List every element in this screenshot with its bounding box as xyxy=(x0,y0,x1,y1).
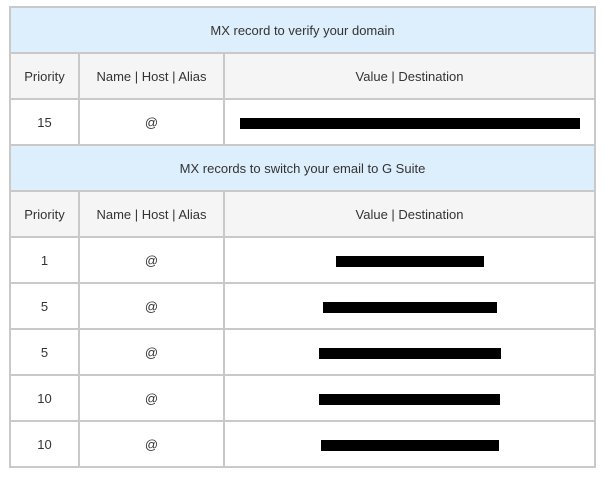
name-cell: @ xyxy=(78,328,225,376)
table-row: 5 @ xyxy=(9,328,596,376)
priority-column-header: Priority xyxy=(9,52,80,100)
name-cell: @ xyxy=(78,98,225,146)
switch-section-title: MX records to switch your email to G Sui… xyxy=(9,144,596,192)
redacted-value xyxy=(335,255,484,267)
priority-cell: 1 xyxy=(9,236,80,284)
priority-cell: 10 xyxy=(9,374,80,422)
priority-cell: 5 xyxy=(9,282,80,330)
table-row: 5 @ xyxy=(9,282,596,330)
verify-section-title-row: MX record to verify your domain xyxy=(9,6,596,54)
verify-header-row: Priority Name | Host | Alias Value | Des… xyxy=(9,52,596,100)
switch-section-title-row: MX records to switch your email to G Sui… xyxy=(9,144,596,192)
redacted-value xyxy=(322,301,497,313)
table-row: 1 @ xyxy=(9,236,596,284)
value-cell xyxy=(223,98,596,146)
value-cell xyxy=(223,420,596,468)
name-column-header: Name | Host | Alias xyxy=(78,190,225,238)
name-column-header: Name | Host | Alias xyxy=(78,52,225,100)
priority-cell: 15 xyxy=(9,98,80,146)
value-column-header: Value | Destination xyxy=(223,52,596,100)
name-cell: @ xyxy=(78,282,225,330)
value-cell xyxy=(223,374,596,422)
redacted-value xyxy=(320,439,499,451)
name-cell: @ xyxy=(78,420,225,468)
table-row: 10 @ xyxy=(9,420,596,468)
priority-cell: 5 xyxy=(9,328,80,376)
value-cell xyxy=(223,282,596,330)
table-row: 15 @ xyxy=(9,98,596,146)
value-cell xyxy=(223,236,596,284)
name-cell: @ xyxy=(78,236,225,284)
value-column-header: Value | Destination xyxy=(223,190,596,238)
redacted-value xyxy=(318,347,501,359)
mx-records-table: MX record to verify your domain Priority… xyxy=(9,6,596,468)
switch-header-row: Priority Name | Host | Alias Value | Des… xyxy=(9,190,596,238)
name-cell: @ xyxy=(78,374,225,422)
table-row: 10 @ xyxy=(9,374,596,422)
verify-section-title: MX record to verify your domain xyxy=(9,6,596,54)
value-cell xyxy=(223,328,596,376)
priority-column-header: Priority xyxy=(9,190,80,238)
redacted-value xyxy=(319,393,500,405)
redacted-value xyxy=(239,117,580,129)
priority-cell: 10 xyxy=(9,420,80,468)
